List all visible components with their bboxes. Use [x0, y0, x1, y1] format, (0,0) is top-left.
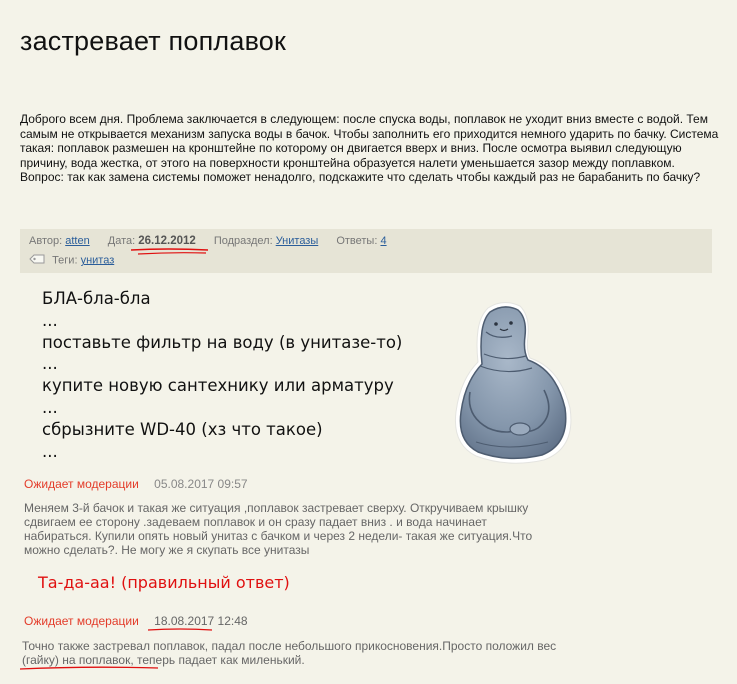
comment-timestamp: 18.08.2017 12:48	[154, 614, 248, 628]
comment-text: Точно также застревал поплавок, падал по…	[22, 639, 557, 667]
comment-timestamp: 05.08.2017 09:57	[154, 477, 248, 491]
section-link[interactable]: Унитазы	[276, 235, 319, 247]
correct-answer-annotation: Та-да-аа! (правильный ответ)	[38, 573, 290, 592]
section-group: Подраздел: Унитазы	[214, 235, 321, 247]
answers-group: Ответы: 4	[336, 235, 386, 247]
comment-header: Ожидает модерации 05.08.2017 09:57	[24, 477, 248, 491]
moderation-status: Ожидает модерации	[24, 614, 139, 628]
date-group: Дата: 26.12.2012	[108, 235, 199, 247]
tags-row: Теги: унитаз	[29, 254, 114, 267]
post-meta-row: Автор: atten Дата: 26.12.2012 Подраздел:…	[29, 235, 402, 247]
joke-line: БЛА-бла-бла	[42, 289, 151, 308]
moderation-status: Ожидает модерации	[24, 477, 139, 491]
joke-text: БЛА-бла-бла ... поставьте фильтр на воду…	[42, 288, 402, 462]
question-text: Доброго всем дня. Проблема заключается в…	[20, 112, 719, 185]
post-meta-bar: Автор: atten Дата: 26.12.2012 Подраздел:…	[20, 229, 712, 273]
date-label: Дата:	[107, 235, 136, 247]
joke-line: поставьте фильтр на воду (в унитазе-то)	[42, 332, 403, 352]
joke-line: ...	[42, 397, 58, 417]
comment-header: Ожидает модерации 18.08.2017 12:48	[24, 614, 248, 628]
tag-icon	[29, 254, 45, 267]
answers-link[interactable]: 4	[380, 235, 386, 247]
seal-illustration	[454, 302, 572, 464]
answers-label: Ответы:	[336, 235, 378, 247]
author-group: Автор: atten	[29, 235, 93, 247]
author-label: Автор:	[29, 235, 63, 247]
post-date: 26.12.2012	[138, 235, 196, 247]
joke-line: ...	[42, 441, 58, 461]
author-link[interactable]: atten	[65, 235, 89, 247]
joke-line: купите новую сантехнику или арматуру	[42, 376, 394, 396]
page-title: застревает поплавок	[20, 26, 287, 56]
joke-line: ...	[42, 354, 58, 374]
joke-line: ...	[42, 310, 58, 330]
tags-label: Теги:	[52, 254, 78, 267]
section-label: Подраздел:	[213, 235, 273, 247]
comment-text: Меняем 3-й бачок и такая же ситуация ,по…	[24, 501, 533, 557]
joke-line: сбрызните WD-40 (хз что такое)	[42, 419, 323, 439]
tag-link[interactable]: унитаз	[81, 254, 115, 266]
